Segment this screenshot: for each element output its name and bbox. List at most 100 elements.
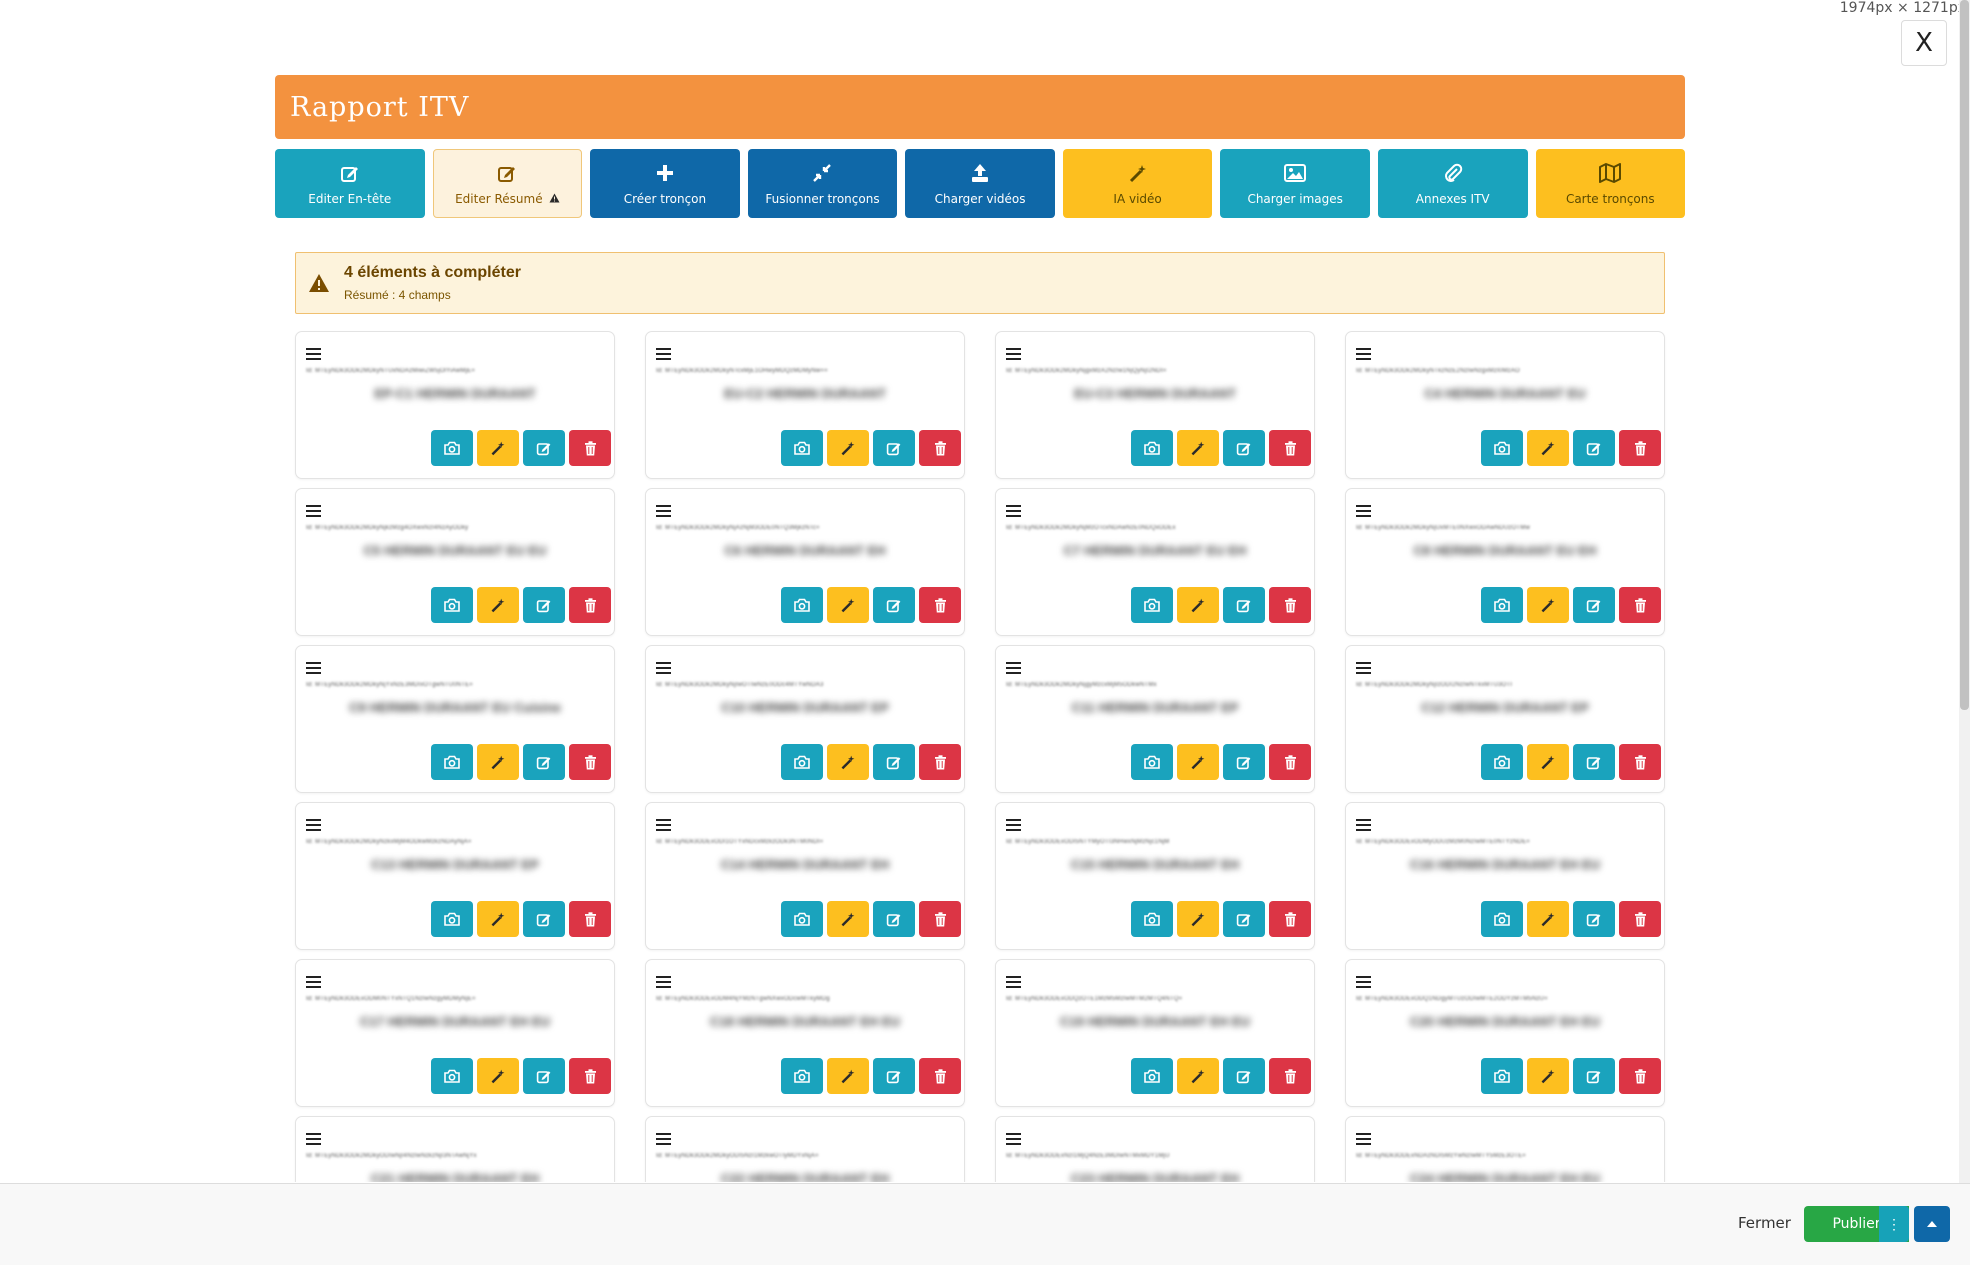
delete-section-button[interactable] bbox=[919, 744, 961, 780]
ai-analyse-button[interactable] bbox=[1527, 430, 1569, 466]
edit-section-button[interactable] bbox=[1223, 430, 1265, 466]
ai-analyse-button[interactable] bbox=[1177, 587, 1219, 623]
delete-section-button[interactable] bbox=[569, 430, 611, 466]
photos-button[interactable] bbox=[1131, 744, 1173, 780]
delete-section-button[interactable] bbox=[1619, 587, 1661, 623]
edit-section-button[interactable] bbox=[1573, 1058, 1615, 1094]
drag-handle-icon[interactable] bbox=[656, 505, 671, 517]
photos-button[interactable] bbox=[1481, 744, 1523, 780]
ai-analyse-button[interactable] bbox=[1177, 744, 1219, 780]
photos-button[interactable] bbox=[781, 587, 823, 623]
drag-handle-icon[interactable] bbox=[1356, 662, 1371, 674]
photos-button[interactable] bbox=[1131, 901, 1173, 937]
edit-section-button[interactable] bbox=[1573, 744, 1615, 780]
edit-section-button[interactable] bbox=[523, 587, 565, 623]
toolbar-button-carte-tronçons[interactable]: Carte tronçons bbox=[1535, 149, 1686, 218]
delete-section-button[interactable] bbox=[569, 1058, 611, 1094]
edit-section-button[interactable] bbox=[873, 744, 915, 780]
toolbar-button-créer-tronçon[interactable]: Créer tronçon bbox=[590, 149, 740, 218]
ai-analyse-button[interactable] bbox=[1527, 587, 1569, 623]
delete-section-button[interactable] bbox=[1619, 744, 1661, 780]
delete-section-button[interactable] bbox=[1269, 430, 1311, 466]
delete-section-button[interactable] bbox=[1269, 744, 1311, 780]
edit-section-button[interactable] bbox=[1223, 901, 1265, 937]
ai-analyse-button[interactable] bbox=[1177, 1058, 1219, 1094]
edit-section-button[interactable] bbox=[1573, 587, 1615, 623]
edit-section-button[interactable] bbox=[873, 587, 915, 623]
photos-button[interactable] bbox=[431, 901, 473, 937]
photos-button[interactable] bbox=[1481, 1058, 1523, 1094]
photos-button[interactable] bbox=[431, 430, 473, 466]
drag-handle-icon[interactable] bbox=[306, 662, 321, 674]
close-modal-button[interactable]: X bbox=[1901, 20, 1947, 66]
ai-analyse-button[interactable] bbox=[1527, 901, 1569, 937]
toolbar-button-editer-en-tête[interactable]: Editer En-tête bbox=[275, 149, 425, 218]
drag-handle-icon[interactable] bbox=[1356, 505, 1371, 517]
drag-handle-icon[interactable] bbox=[1006, 819, 1021, 831]
drag-handle-icon[interactable] bbox=[1356, 348, 1371, 360]
photos-button[interactable] bbox=[1481, 901, 1523, 937]
drag-handle-icon[interactable] bbox=[1356, 976, 1371, 988]
drag-handle-icon[interactable] bbox=[1006, 348, 1021, 360]
photos-button[interactable] bbox=[431, 587, 473, 623]
toolbar-button-ia-vidéo[interactable]: IA vidéo bbox=[1062, 149, 1213, 218]
photos-button[interactable] bbox=[781, 430, 823, 466]
delete-section-button[interactable] bbox=[1619, 1058, 1661, 1094]
edit-section-button[interactable] bbox=[873, 901, 915, 937]
edit-section-button[interactable] bbox=[1223, 587, 1265, 623]
ai-analyse-button[interactable] bbox=[1527, 1058, 1569, 1094]
edit-section-button[interactable] bbox=[1573, 430, 1615, 466]
photos-button[interactable] bbox=[1481, 587, 1523, 623]
toolbar-button-fusionner-tronçons[interactable]: Fusionner tronçons bbox=[747, 149, 898, 218]
edit-section-button[interactable] bbox=[873, 430, 915, 466]
drag-handle-icon[interactable] bbox=[1006, 662, 1021, 674]
photos-button[interactable] bbox=[431, 1058, 473, 1094]
scrollbar-thumb[interactable] bbox=[1960, 0, 1969, 710]
close-button[interactable]: Fermer bbox=[1738, 1214, 1791, 1232]
drag-handle-icon[interactable] bbox=[306, 819, 321, 831]
edit-section-button[interactable] bbox=[1223, 1058, 1265, 1094]
delete-section-button[interactable] bbox=[1269, 587, 1311, 623]
photos-button[interactable] bbox=[781, 1058, 823, 1094]
toolbar-button-charger-vidéos[interactable]: Charger vidéos bbox=[905, 149, 1055, 218]
ai-analyse-button[interactable] bbox=[1527, 744, 1569, 780]
drag-handle-icon[interactable] bbox=[306, 1133, 321, 1145]
scroll-top-button[interactable] bbox=[1914, 1206, 1950, 1242]
drag-handle-icon[interactable] bbox=[1356, 819, 1371, 831]
photos-button[interactable] bbox=[781, 744, 823, 780]
drag-handle-icon[interactable] bbox=[1006, 505, 1021, 517]
edit-section-button[interactable] bbox=[523, 901, 565, 937]
toolbar-button-annexes-itv[interactable]: Annexes ITV bbox=[1377, 149, 1528, 218]
edit-section-button[interactable] bbox=[523, 430, 565, 466]
drag-handle-icon[interactable] bbox=[656, 1133, 671, 1145]
drag-handle-icon[interactable] bbox=[1006, 976, 1021, 988]
publish-options-button[interactable]: ⋮ bbox=[1879, 1206, 1909, 1242]
edit-section-button[interactable] bbox=[1573, 901, 1615, 937]
ai-analyse-button[interactable] bbox=[827, 744, 869, 780]
delete-section-button[interactable] bbox=[919, 587, 961, 623]
ai-analyse-button[interactable] bbox=[1177, 901, 1219, 937]
photos-button[interactable] bbox=[1131, 1058, 1173, 1094]
toolbar-button-charger-images[interactable]: Charger images bbox=[1220, 149, 1370, 218]
photos-button[interactable] bbox=[1481, 430, 1523, 466]
delete-section-button[interactable] bbox=[919, 901, 961, 937]
delete-section-button[interactable] bbox=[919, 430, 961, 466]
drag-handle-icon[interactable] bbox=[656, 348, 671, 360]
delete-section-button[interactable] bbox=[1619, 430, 1661, 466]
photos-button[interactable] bbox=[1131, 587, 1173, 623]
ai-analyse-button[interactable] bbox=[477, 1058, 519, 1094]
ai-analyse-button[interactable] bbox=[827, 1058, 869, 1094]
drag-handle-icon[interactable] bbox=[306, 505, 321, 517]
delete-section-button[interactable] bbox=[1269, 901, 1311, 937]
drag-handle-icon[interactable] bbox=[306, 348, 321, 360]
delete-section-button[interactable] bbox=[1269, 1058, 1311, 1094]
ai-analyse-button[interactable] bbox=[477, 901, 519, 937]
ai-analyse-button[interactable] bbox=[827, 587, 869, 623]
ai-analyse-button[interactable] bbox=[477, 587, 519, 623]
edit-section-button[interactable] bbox=[523, 744, 565, 780]
ai-analyse-button[interactable] bbox=[477, 430, 519, 466]
delete-section-button[interactable] bbox=[569, 744, 611, 780]
ai-analyse-button[interactable] bbox=[477, 744, 519, 780]
page-scrollbar[interactable] bbox=[1959, 0, 1970, 1183]
delete-section-button[interactable] bbox=[569, 901, 611, 937]
